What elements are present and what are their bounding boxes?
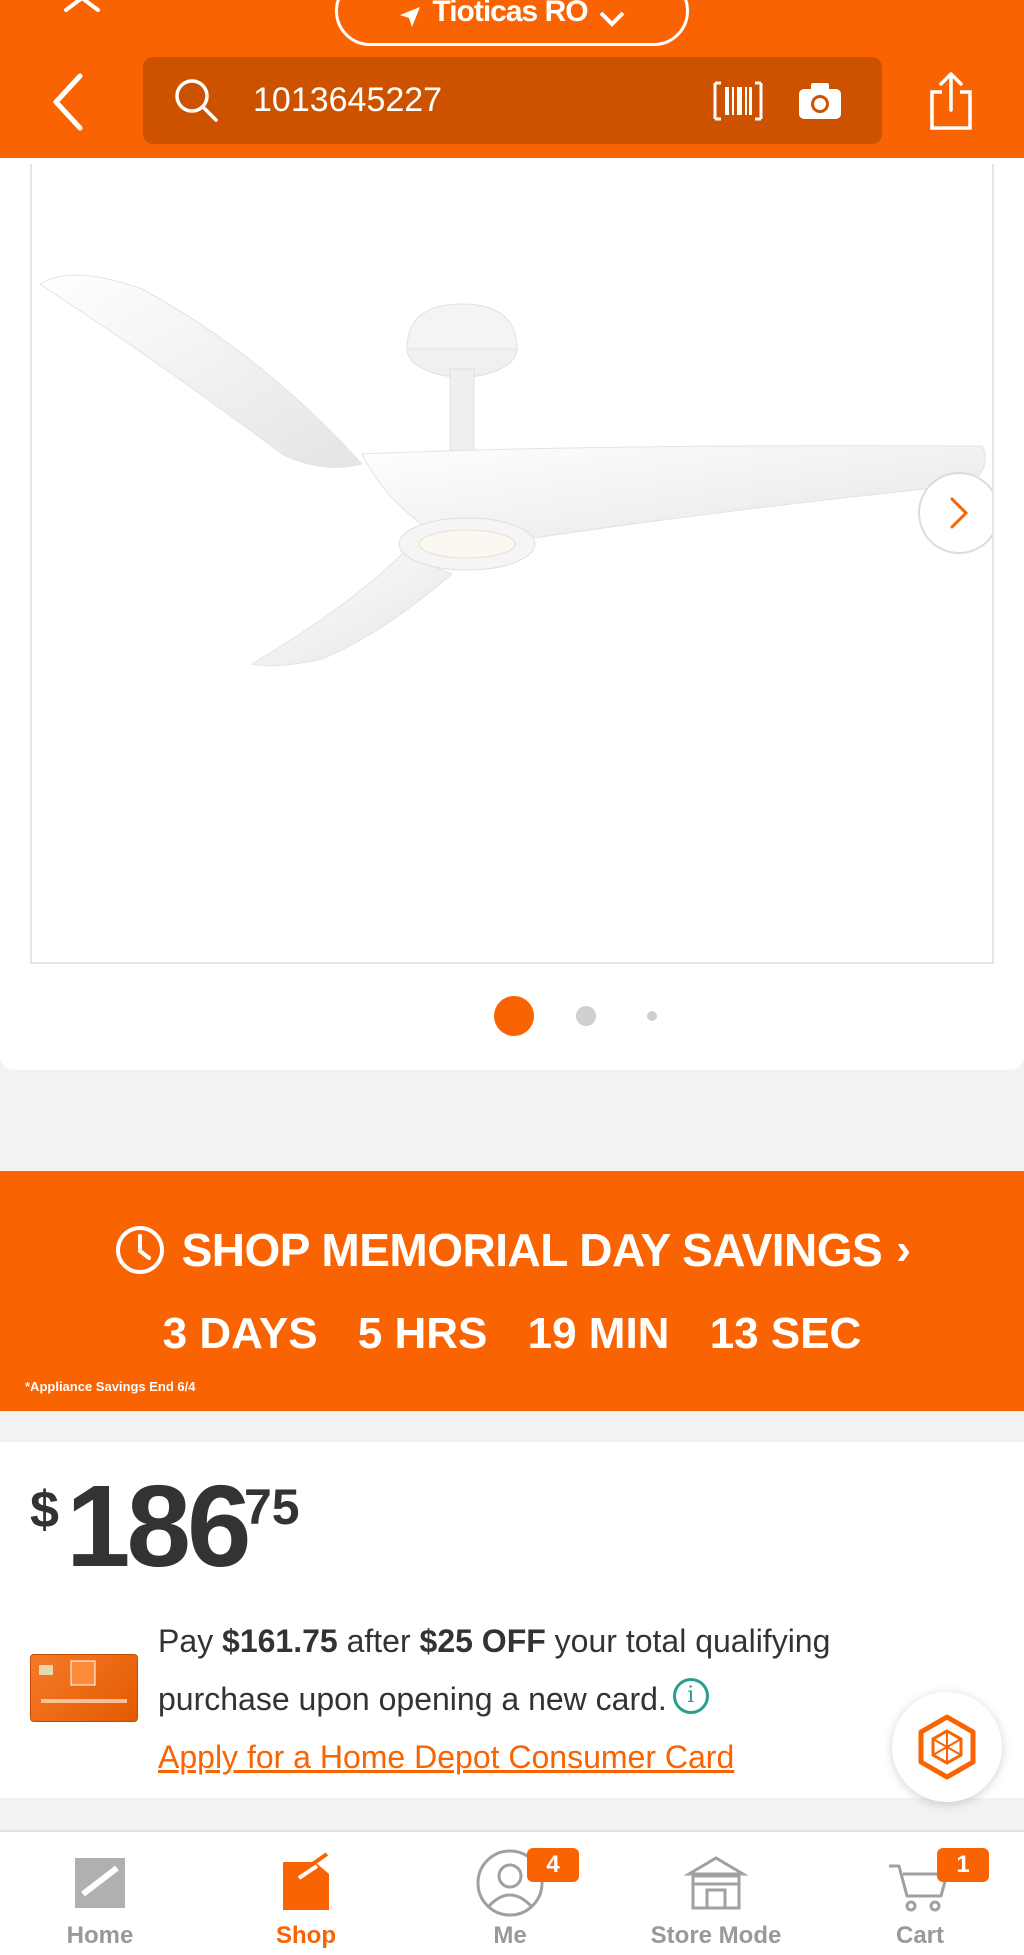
chevron-down-icon	[599, 11, 624, 27]
credit-card-image	[30, 1654, 138, 1722]
search-icon	[175, 79, 218, 122]
nav-label-store-mode: Store Mode	[650, 1922, 782, 1949]
countdown-minutes: 19 MIN	[527, 1309, 670, 1358]
home-depot-logo-icon	[65, 1848, 135, 1918]
offer-discount: $25 OFF	[419, 1623, 546, 1659]
countdown-seconds: 13 SEC	[709, 1309, 862, 1358]
cart-icon: 1	[885, 1848, 989, 1918]
countdown-hours: 5 HRS	[357, 1309, 488, 1358]
offer-pay: Pay	[158, 1623, 223, 1659]
info-icon[interactable]: i	[672, 1678, 709, 1714]
nav-cart[interactable]: 1 Cart	[830, 1848, 1010, 1950]
chat-assistant-button[interactable]	[892, 1692, 1002, 1802]
ceiling-fan-image	[39, 274, 986, 667]
chevron-right-icon: ›	[896, 1225, 911, 1274]
nav-label-me: Me	[493, 1922, 527, 1949]
clock-icon	[115, 1226, 164, 1274]
cart-count-badge: 1	[937, 1848, 989, 1882]
promo-title-text: SHOP MEMORIAL DAY SAVINGS	[181, 1224, 883, 1276]
nav-shop[interactable]: Shop	[216, 1848, 396, 1950]
promo-disclaimer: *Appliance Savings End 6/4	[25, 1379, 196, 1394]
home-depot-card-icon	[39, 1660, 127, 1703]
pagination-dot[interactable]	[576, 1006, 596, 1026]
nav-label-shop: Shop	[276, 1922, 336, 1949]
product-image-gallery	[0, 158, 1024, 1070]
search-input[interactable]: 1013645227	[143, 57, 882, 144]
chevron-right-icon	[950, 497, 969, 529]
share-icon[interactable]	[928, 70, 974, 132]
search-query-text: 1013645227	[253, 81, 443, 119]
price-currency: $	[30, 1481, 59, 1539]
hexagon-assistant-icon	[918, 1714, 976, 1780]
back-arrow-icon[interactable]	[48, 72, 88, 132]
bottom-navigation: Home Shop 4 Me Store Mode 1 Cart	[0, 1830, 1024, 1955]
price-dollars: 186	[66, 1461, 252, 1591]
person-icon: 4	[475, 1848, 579, 1918]
location-arrow-icon	[400, 7, 421, 27]
me-notification-badge: 4	[527, 1848, 579, 1882]
price-cents: 75	[244, 1479, 300, 1535]
barcode-scan-icon[interactable]	[711, 79, 765, 123]
next-image-button[interactable]	[918, 472, 992, 554]
apply-card-link[interactable]: Apply for a Home Depot Consumer Card	[158, 1739, 734, 1775]
pagination-dot-active[interactable]	[494, 996, 534, 1036]
shop-tag-icon	[271, 1848, 341, 1918]
gallery-pagination	[0, 996, 1024, 1036]
card-offer-text: Pay $161.75 after $25 OFF your total qua…	[158, 1612, 918, 1786]
price-section: $ 186 75 Pay $161.75 after $25 OFF your …	[0, 1442, 1024, 1802]
promo-title: SHOP MEMORIAL DAY SAVINGS ›	[0, 1223, 1024, 1277]
nav-label-cart: Cart	[895, 1922, 944, 1949]
nav-store-mode[interactable]: Store Mode	[626, 1848, 806, 1950]
nav-me[interactable]: 4 Me	[420, 1848, 600, 1950]
memorial-day-promo-banner[interactable]: SHOP MEMORIAL DAY SAVINGS › 3 DAYS 5 HRS…	[0, 1171, 1024, 1411]
store-location-selector[interactable]: Tioticas RO	[335, 0, 689, 46]
close-icon[interactable]	[62, 0, 102, 16]
camera-icon[interactable]	[797, 81, 843, 121]
offer-after: after	[337, 1623, 420, 1659]
nav-label-home: Home	[66, 1922, 134, 1949]
top-header: Tioticas RO 1013645227	[0, 0, 1024, 158]
countdown-timer: 3 DAYS 5 HRS 19 MIN 13 SEC	[0, 1309, 1024, 1359]
pagination-dot[interactable]	[647, 1011, 657, 1021]
product-image[interactable]	[30, 164, 994, 964]
product-page: Tioticas RO 1013645227 SHOP MEMORIAL DAY…	[0, 0, 1024, 1955]
store-icon	[681, 1848, 751, 1918]
nav-home[interactable]: Home	[10, 1848, 190, 1950]
offer-amount: $161.75	[222, 1623, 338, 1659]
store-location-label: Tioticas RO	[432, 0, 588, 28]
countdown-days: 3 DAYS	[162, 1309, 318, 1358]
